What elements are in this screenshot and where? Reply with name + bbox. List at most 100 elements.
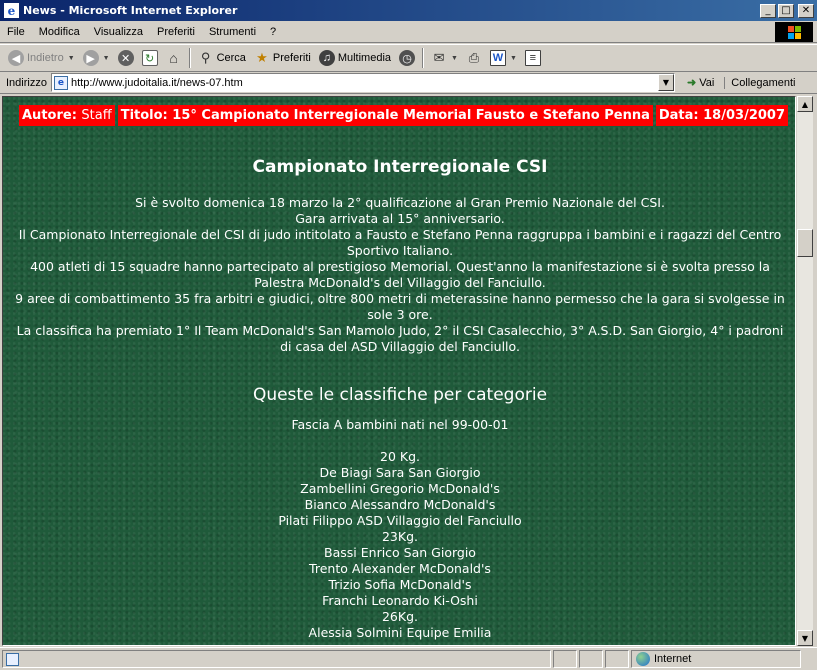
menu-tools[interactable]: Strumenti xyxy=(202,26,263,38)
result-line: 26Kg. xyxy=(381,609,418,624)
toolbar-separator xyxy=(422,48,425,68)
chevron-down-icon[interactable]: ▼ xyxy=(68,55,75,62)
search-label: Cerca xyxy=(216,52,246,64)
refresh-icon: ↻ xyxy=(141,50,158,66)
result-line: 20 Kg. xyxy=(380,449,420,464)
multimedia-button[interactable]: ♫ Multimedia xyxy=(315,48,395,68)
address-bar: Indirizzo e http://www.judoitalia.it/new… xyxy=(0,72,817,94)
vertical-scrollbar[interactable]: ▲ ▼ xyxy=(796,96,813,646)
home-icon: ⌂ xyxy=(169,50,178,66)
status-cell xyxy=(553,650,577,668)
window-titlebar: e News - Microsoft Internet Explorer _ □… xyxy=(0,0,817,21)
address-url[interactable]: http://www.judoitalia.it/news-07.htm xyxy=(71,77,243,89)
go-label: Vai xyxy=(699,76,715,89)
date-cell: Data: 18/03/2007 xyxy=(655,105,788,126)
result-line: Alessia Solmini Equipe Emilia xyxy=(308,625,492,640)
maximize-button[interactable]: □ xyxy=(778,3,794,18)
body-line: Il Campionato Interregionale del CSI di … xyxy=(18,227,782,258)
result-line: 23Kg. xyxy=(381,529,418,544)
document-icon: ≡ xyxy=(524,50,541,66)
result-line: Pilati Filippo ASD Villaggio del Fanciul… xyxy=(278,513,522,528)
date-value: 18/03/2007 xyxy=(703,108,785,123)
zone-label: Internet xyxy=(654,653,692,665)
scrollbar-thumb[interactable] xyxy=(797,229,813,257)
toolbar: ◀ Indietro ▼ ▶ ▼ ✕ ↻ ⌂ ⚲ Cerca ★ Preferi… xyxy=(0,44,817,72)
article-heading: Campionato Interregionale CSI xyxy=(252,157,548,177)
close-button[interactable]: ✕ xyxy=(798,3,814,18)
menu-edit[interactable]: Modifica xyxy=(32,26,87,38)
status-cell xyxy=(579,650,603,668)
ie-icon: e xyxy=(4,3,19,18)
scroll-down-arrow-icon[interactable]: ▼ xyxy=(797,630,813,646)
author-cell: Autore: Staff xyxy=(19,105,115,126)
status-text-area xyxy=(2,650,551,668)
refresh-button[interactable]: ↻ xyxy=(138,48,162,68)
minimize-button[interactable]: _ xyxy=(760,3,776,18)
favorites-icon: ★ xyxy=(256,50,268,65)
page-viewport: Autore: Staff Titolo: 15° Campionato Int… xyxy=(2,96,796,646)
stop-icon: ✕ xyxy=(117,50,134,66)
page-icon: e xyxy=(53,75,68,90)
discuss-button[interactable]: ≡ xyxy=(521,48,545,68)
menu-favorites[interactable]: Preferiti xyxy=(150,26,202,38)
address-input[interactable]: e http://www.judoitalia.it/news-07.htm ▼ xyxy=(50,73,675,92)
globe-icon xyxy=(636,652,650,666)
menu-bar: File Modifica Visualizza Preferiti Strum… xyxy=(0,21,817,43)
result-line: Bassi Enrico San Giorgio xyxy=(324,545,476,560)
chevron-down-icon[interactable]: ▼ xyxy=(510,55,517,62)
date-label: Data: xyxy=(658,108,699,123)
article-content: Campionato Interregionale CSI Si è svolt… xyxy=(3,157,795,641)
title-cell: Titolo: 15° Campionato Interregionale Me… xyxy=(117,105,653,126)
history-button[interactable]: ◷ xyxy=(395,48,419,68)
title-value: 15° Campionato Interregionale Memorial F… xyxy=(172,108,650,123)
history-icon: ◷ xyxy=(399,50,416,66)
category-label: Fascia A bambini nati nel 99-00-01 xyxy=(291,417,509,432)
status-bar: Internet xyxy=(0,647,817,670)
mail-button[interactable]: ✉ ▼ xyxy=(427,48,462,68)
menu-help[interactable]: ? xyxy=(263,26,283,38)
menu-file[interactable]: File xyxy=(0,26,32,38)
windows-logo-icon xyxy=(775,22,813,42)
go-button[interactable]: ➜ Vai xyxy=(681,76,720,90)
mail-icon: ✉ xyxy=(433,50,445,65)
article-header: Autore: Staff Titolo: 15° Campionato Int… xyxy=(19,105,788,126)
forward-arrow-icon: ▶ xyxy=(82,50,99,66)
links-button[interactable]: Collegamenti xyxy=(724,76,795,89)
edit-button[interactable]: W ▼ xyxy=(486,48,521,68)
author-value: Staff xyxy=(81,108,112,123)
scroll-up-arrow-icon[interactable]: ▲ xyxy=(797,96,813,112)
result-line: Zambellini Gregorio McDonald's xyxy=(300,481,500,496)
body-line: La classifica ha premiato 1° Il Team McD… xyxy=(16,323,784,354)
body-line: 9 aree di combattimento 35 fra arbitri e… xyxy=(15,291,785,322)
word-icon: W xyxy=(489,50,506,66)
multimedia-label: Multimedia xyxy=(337,52,392,64)
print-button[interactable]: ⎙ xyxy=(462,48,486,68)
search-button[interactable]: ⚲ Cerca xyxy=(194,48,250,68)
media-icon: ♫ xyxy=(318,50,335,66)
back-label: Indietro xyxy=(27,52,64,64)
toolbar-separator xyxy=(188,48,191,68)
status-cell xyxy=(605,650,629,668)
body-line: Gara arrivata al 15° anniversario. xyxy=(295,211,505,226)
results-heading: Queste le classifiche per categorie xyxy=(252,385,548,405)
result-line: Trizio Sofia McDonald's xyxy=(328,577,472,592)
address-dropdown-button[interactable]: ▼ xyxy=(657,74,674,91)
author-label: Autore: xyxy=(22,108,77,123)
back-button[interactable]: ◀ Indietro ▼ xyxy=(4,48,79,68)
result-line: Franchi Leonardo Ki-Oshi xyxy=(322,593,478,608)
home-button[interactable]: ⌂ xyxy=(162,48,186,68)
result-line: Trento Alexander McDonald's xyxy=(309,561,491,576)
chevron-down-icon[interactable]: ▼ xyxy=(451,55,458,62)
printer-icon: ⎙ xyxy=(468,50,480,65)
result-line: Bianco Alessandro McDonald's xyxy=(304,497,496,512)
forward-button[interactable]: ▶ ▼ xyxy=(79,48,114,68)
window-title: News - Microsoft Internet Explorer xyxy=(23,4,238,17)
resize-grip-icon[interactable] xyxy=(803,650,815,668)
title-label: Titolo: xyxy=(120,108,168,123)
result-line: De Biagi Sara San Giorgio xyxy=(319,465,481,480)
menu-view[interactable]: Visualizza xyxy=(87,26,150,38)
stop-button[interactable]: ✕ xyxy=(114,48,138,68)
favorites-button[interactable]: ★ Preferiti xyxy=(250,48,315,68)
go-arrow-icon: ➜ xyxy=(686,77,697,89)
chevron-down-icon[interactable]: ▼ xyxy=(103,55,110,62)
